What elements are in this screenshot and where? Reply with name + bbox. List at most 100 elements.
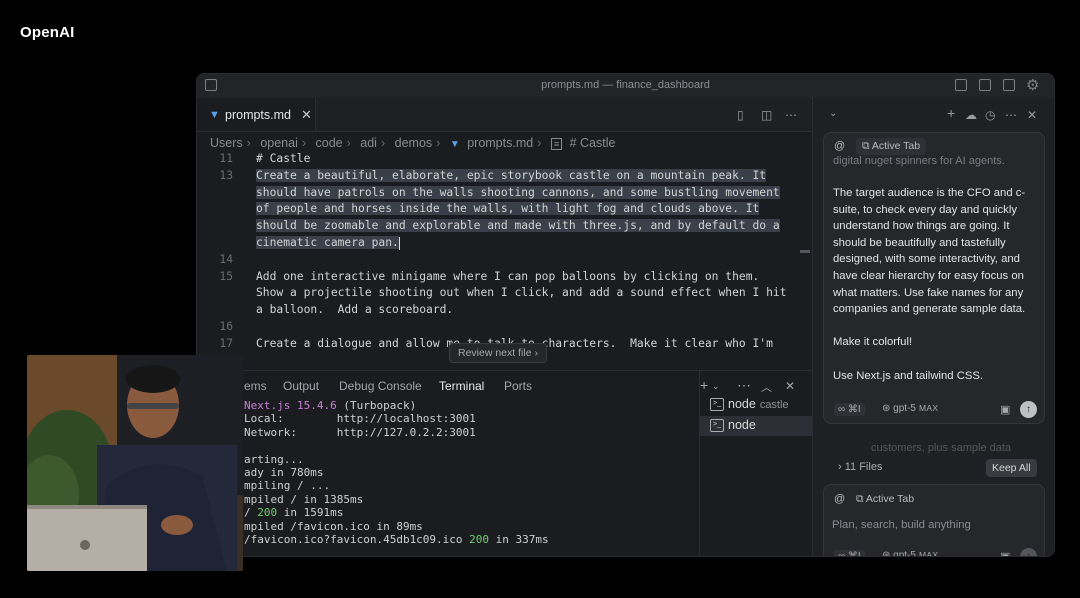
line-text: a balloon. Add a scoreboard. [256, 303, 454, 317]
code-line[interactable]: # Castle [256, 152, 310, 165]
tab-debug-console[interactable]: Debug Console [339, 379, 422, 393]
presenter-video [27, 355, 243, 571]
editor-tabs: ▼ prompts.md ✕ ▯ ◫ ⋯ [197, 98, 811, 132]
active-tab-chip[interactable]: ⧉ Active Tab [856, 493, 914, 506]
image-attach-icon[interactable]: ▣ [1000, 403, 1010, 416]
code-line[interactable]: Create a beautiful, elaborate, epic stor… [256, 168, 767, 182]
code-line[interactable]: of people and horses inside the walls, w… [256, 202, 760, 216]
breadcrumb-item[interactable]: # Castle [570, 136, 616, 150]
editor-area: ▼ prompts.md ✕ ▯ ◫ ⋯ Users › openai › code… [197, 98, 811, 370]
code-line[interactable]: Show a projectile shooting out when I cl… [256, 286, 787, 299]
title-bar: prompts.md — finance_dashboard ⚙ [197, 74, 1054, 99]
line-number: 15 [219, 269, 233, 283]
mode-shortcut[interactable]: ∞ ⌘I [834, 550, 865, 556]
open-preview-icon[interactable]: ▯ [737, 108, 744, 122]
code-line[interactable]: a balloon. Add a scoreboard. [256, 303, 453, 316]
window-title: prompts.md — finance_dashboard [541, 79, 710, 91]
selected-text: should have patrols on the walls shootin… [256, 185, 780, 199]
more-actions-icon[interactable]: ⋯ [1005, 108, 1017, 122]
selected-text: Create a beautiful, elaborate, epic stor… [256, 168, 767, 182]
keep-all-button[interactable]: Keep All [986, 459, 1037, 477]
tab-output[interactable]: Output [283, 379, 319, 393]
settings-gear-icon[interactable]: ⚙ [1026, 76, 1039, 94]
line-text: Add one interactive minigame where I can… [256, 269, 760, 283]
message-text: The target audience is the CFO and c-sui… [833, 187, 1026, 382]
image-attach-icon[interactable]: ▣ [1000, 550, 1010, 556]
model-icon: ⊛ [882, 403, 894, 414]
tab-prompts-md[interactable]: ▼ prompts.md ✕ [197, 98, 316, 131]
markdown-file-icon: ▼ [449, 139, 460, 150]
breadcrumb-item[interactable]: openai [260, 136, 298, 150]
terminal-output[interactable]: Next.js 15.4.6 (Turbopack) Local: http:/… [244, 399, 549, 546]
bottom-panel: ems Output Debug Console Terminal Ports … [197, 370, 812, 556]
split-editor-icon[interactable]: ◫ [761, 108, 772, 122]
model-icon: ⊛ [882, 550, 894, 557]
chat-panel: ⌄ + ☁ ◷ ⋯ ✕ @ ⧉ Active Tab digital nuget… [812, 98, 1054, 557]
active-tab-chip[interactable]: ⧉ Active Tab [856, 138, 927, 155]
terminal-icon: >_ [710, 419, 724, 433]
breadcrumb-item[interactable]: Users [210, 136, 243, 150]
editor-window: prompts.md — finance_dashboard ⚙ ▼ promp… [196, 73, 1055, 557]
new-chat-icon[interactable]: + [947, 105, 955, 121]
model-selector[interactable]: ⊛ gpt-5 MAX [882, 403, 938, 414]
tab-icon: ⧉ [862, 140, 872, 152]
tab-ports[interactable]: Ports [504, 379, 532, 393]
chat-input-card: @ ⧉ Active Tab Plan, search, build anyth… [823, 484, 1045, 557]
text-cursor [398, 236, 400, 250]
breadcrumb-item[interactable]: prompts.md [467, 136, 533, 150]
model-selector[interactable]: ⊛ gpt-5 MAX [882, 550, 938, 557]
editor-scrollbar-thumb[interactable] [800, 250, 810, 253]
cloud-icon[interactable]: ☁ [965, 108, 977, 122]
line-number: 17 [219, 336, 233, 350]
markdown-file-icon: ▼ [209, 109, 220, 121]
code-line[interactable]: cinematic camera pan. [256, 236, 400, 250]
code-line[interactable]: Add one interactive minigame where I can… [256, 270, 759, 283]
code-line[interactable]: should be zoomable and explorable and ma… [256, 219, 780, 233]
changed-files-toggle[interactable]: › 11 Files [838, 461, 882, 473]
more-actions-icon[interactable]: ⋯ [785, 108, 797, 122]
tab-label: prompts.md [225, 108, 291, 122]
selected-text: should be zoomable and explorable and ma… [256, 219, 780, 233]
terminal-icon: >_ [710, 398, 724, 412]
sent-message-card: @ ⧉ Active Tab digital nuget spinners fo… [823, 132, 1045, 424]
terminal-item-node[interactable]: >_ node [700, 416, 812, 436]
message-overflow-text: digital nuget spinners for AI agents. [833, 155, 1005, 167]
close-chat-icon[interactable]: ✕ [1027, 108, 1037, 122]
symbol-icon: ≡ [550, 138, 563, 150]
chat-input[interactable]: Plan, search, build anything [832, 519, 971, 531]
breadcrumb-item[interactable]: demos [395, 136, 433, 150]
ghost-text: customers, plus sample data [871, 442, 1012, 454]
mention-button[interactable]: @ [834, 140, 845, 152]
breadcrumb-item[interactable]: adi [360, 136, 377, 150]
line-text: Show a projectile shooting out when I cl… [256, 286, 787, 300]
line-number: 11 [219, 152, 233, 165]
line-number: 13 [219, 168, 233, 182]
chevron-right-icon: › [838, 461, 845, 473]
selected-text: cinematic camera pan. [256, 236, 399, 249]
breadcrumb-item[interactable]: code [316, 136, 343, 150]
history-icon[interactable]: ◷ [985, 108, 995, 122]
close-tab-icon[interactable]: ✕ [301, 107, 312, 123]
tab-terminal[interactable]: Terminal [439, 379, 484, 393]
review-next-file-button[interactable]: Review next file › [449, 343, 547, 363]
openai-logo: OpenAI [20, 24, 75, 41]
send-arrow-icon[interactable]: ↑ [1020, 401, 1037, 418]
breadcrumb: Users › openai › code › adi › demos › ▼ promp… [210, 136, 616, 150]
terminal-list: >_ node castle >_ node [699, 371, 812, 556]
line-number: 16 [219, 320, 233, 333]
code-line[interactable]: should have patrols on the walls shootin… [256, 185, 780, 199]
mode-shortcut[interactable]: ∞ ⌘I [834, 403, 865, 416]
line-text: # Castle [256, 152, 311, 165]
chevron-down-icon[interactable]: ⌄ [829, 108, 837, 119]
layout-left-icon[interactable] [955, 79, 967, 91]
selected-text: of people and horses inside the walls, w… [256, 202, 760, 216]
terminal-item-castle[interactable]: >_ node castle [710, 397, 789, 412]
tab-problems[interactable]: ems [244, 379, 267, 393]
layout-bottom-icon[interactable] [979, 79, 991, 91]
tab-icon: ⧉ [856, 493, 866, 505]
presenter-image [27, 355, 243, 571]
layout-right-icon[interactable] [1003, 79, 1015, 91]
line-number: 14 [219, 252, 233, 266]
send-arrow-icon[interactable]: ↑ [1020, 548, 1037, 556]
mention-button[interactable]: @ [834, 493, 845, 505]
